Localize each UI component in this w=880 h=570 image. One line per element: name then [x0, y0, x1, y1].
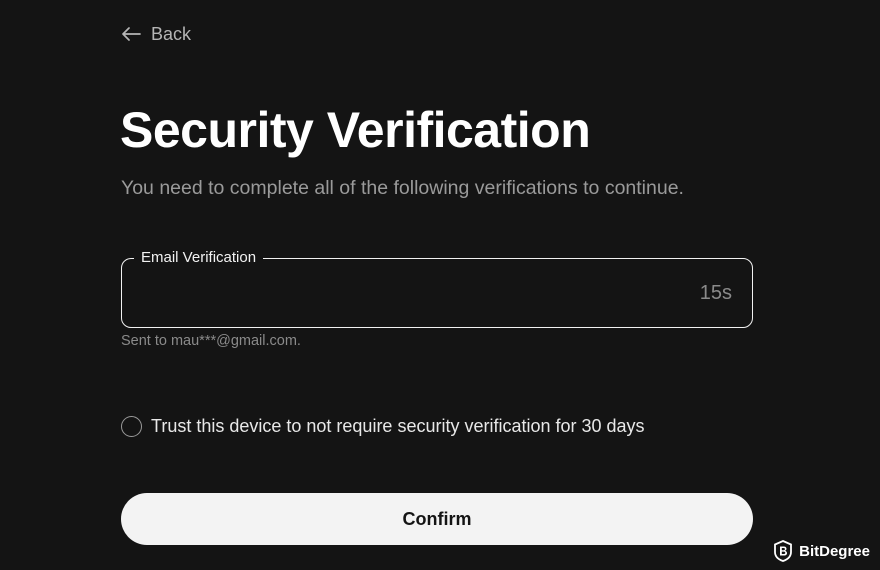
trust-device-option[interactable]: Trust this device to not require securit… [121, 414, 645, 438]
email-verification-label: Email Verification [134, 248, 264, 268]
email-verification-field: Email Verification 15s [121, 248, 753, 328]
confirm-button[interactable]: Confirm [121, 493, 753, 545]
bitdegree-logo-icon [774, 540, 793, 562]
back-label: Back [151, 23, 192, 44]
back-link[interactable]: Back [121, 22, 191, 46]
sent-to-helper: Sent to mau***@gmail.com. [121, 333, 301, 349]
bitdegree-watermark: BitDegree [774, 540, 870, 562]
page-subtitle: You need to complete all of the followin… [121, 177, 684, 199]
watermark-brand: BitDegree [799, 542, 870, 560]
arrow-left-icon [121, 27, 141, 41]
trust-device-label: Trust this device to not require securit… [151, 416, 645, 436]
trust-device-radio[interactable] [121, 415, 142, 437]
resend-countdown: 15s [699, 282, 732, 304]
page-title: Security Verification [120, 102, 591, 158]
email-code-input[interactable] [136, 275, 680, 313]
